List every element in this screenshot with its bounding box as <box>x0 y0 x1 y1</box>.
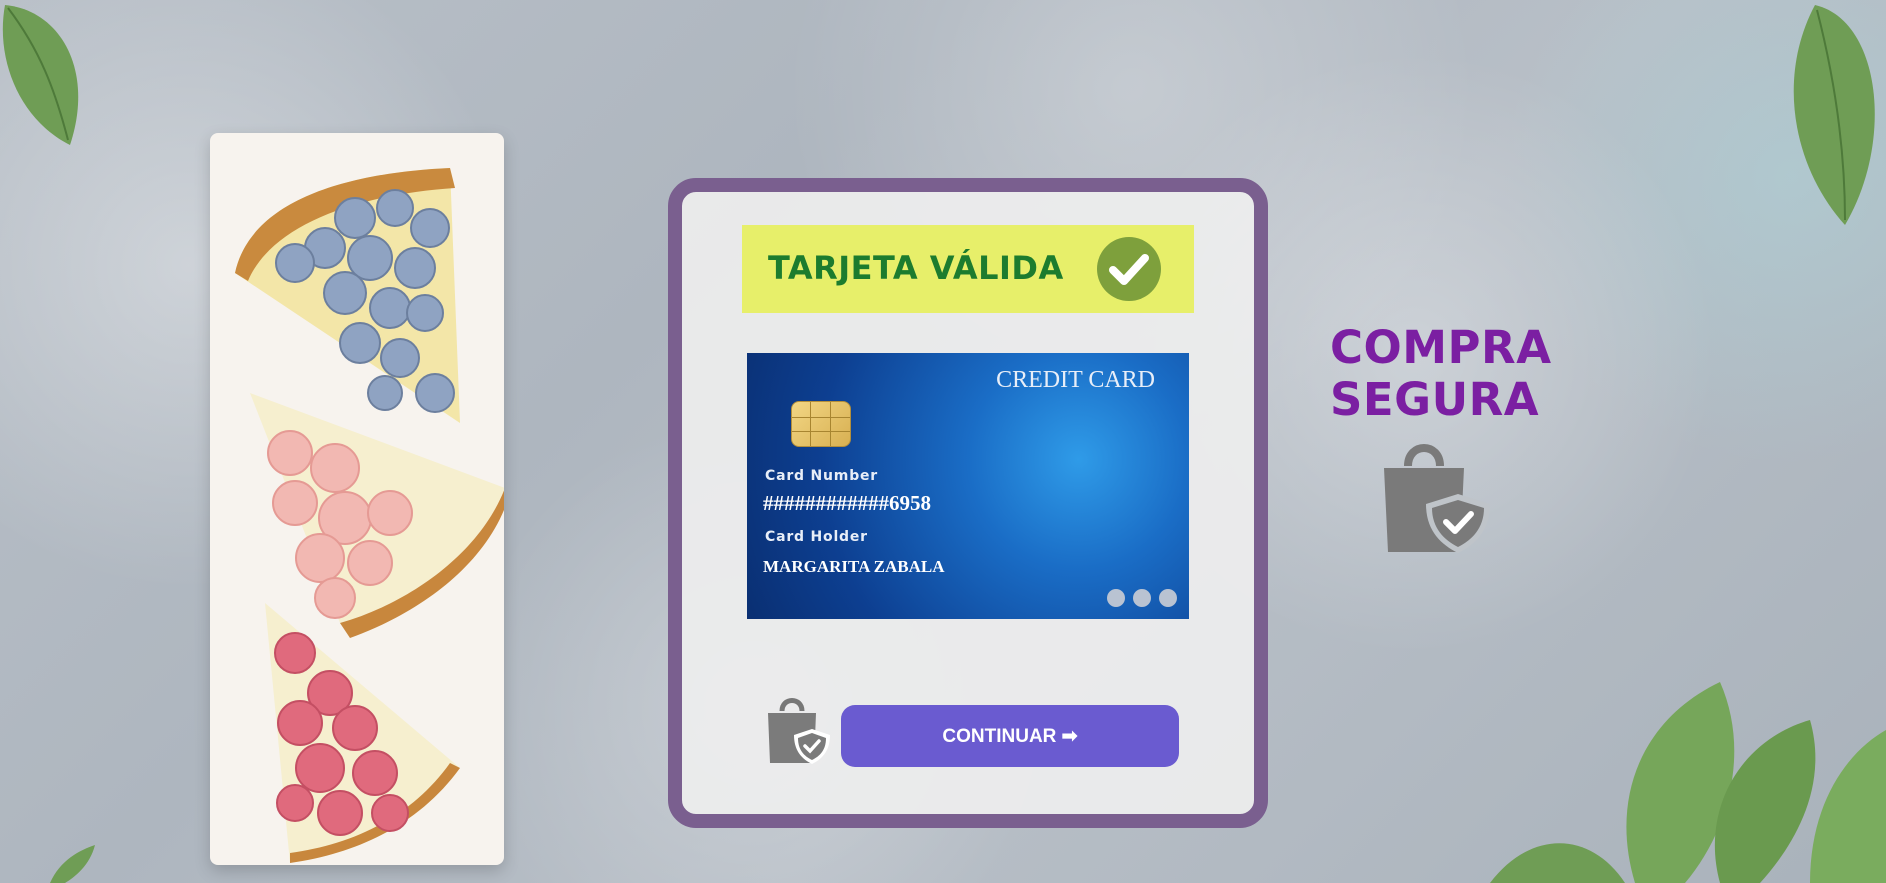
valid-card-banner: TARJETA VÁLIDA <box>742 225 1194 313</box>
continue-button[interactable]: CONTINUAR ➡ <box>841 705 1179 767</box>
card-dot <box>1133 589 1151 607</box>
cake-tray <box>210 133 504 865</box>
check-circle-icon <box>1097 237 1161 301</box>
card-chip-icon <box>791 401 851 447</box>
leaf-decoration-bottom-left <box>50 845 95 883</box>
secure-purchase-heading: COMPRA SEGURA <box>1330 322 1570 426</box>
secure-purchase-line1: COMPRA <box>1330 321 1552 374</box>
card-number-label: Card Number <box>765 468 879 484</box>
card-holder-label: Card Holder <box>765 529 868 545</box>
card-dots <box>1107 589 1177 607</box>
leaf-decoration-top-right <box>1793 5 1875 225</box>
secure-shopping-bag-icon <box>1384 444 1490 553</box>
card-dot <box>1159 589 1177 607</box>
valid-card-status: TARJETA VÁLIDA <box>768 249 1064 287</box>
card-holder-value: MARGARITA ZABALA <box>763 557 945 576</box>
card-brand-title: CREDIT CARD <box>996 367 1155 393</box>
leaf-decoration-top-left <box>2 5 79 145</box>
card-number-value: ############6958 <box>763 491 931 515</box>
secure-bag-icon <box>768 698 830 764</box>
tart-slices-image <box>235 168 504 863</box>
credit-card-preview: CREDIT CARD Card Number ############6958… <box>747 353 1189 619</box>
leaf-decoration-bottom-right <box>1490 682 1886 883</box>
secure-purchase-line2: SEGURA <box>1330 373 1540 426</box>
card-dot <box>1107 589 1125 607</box>
